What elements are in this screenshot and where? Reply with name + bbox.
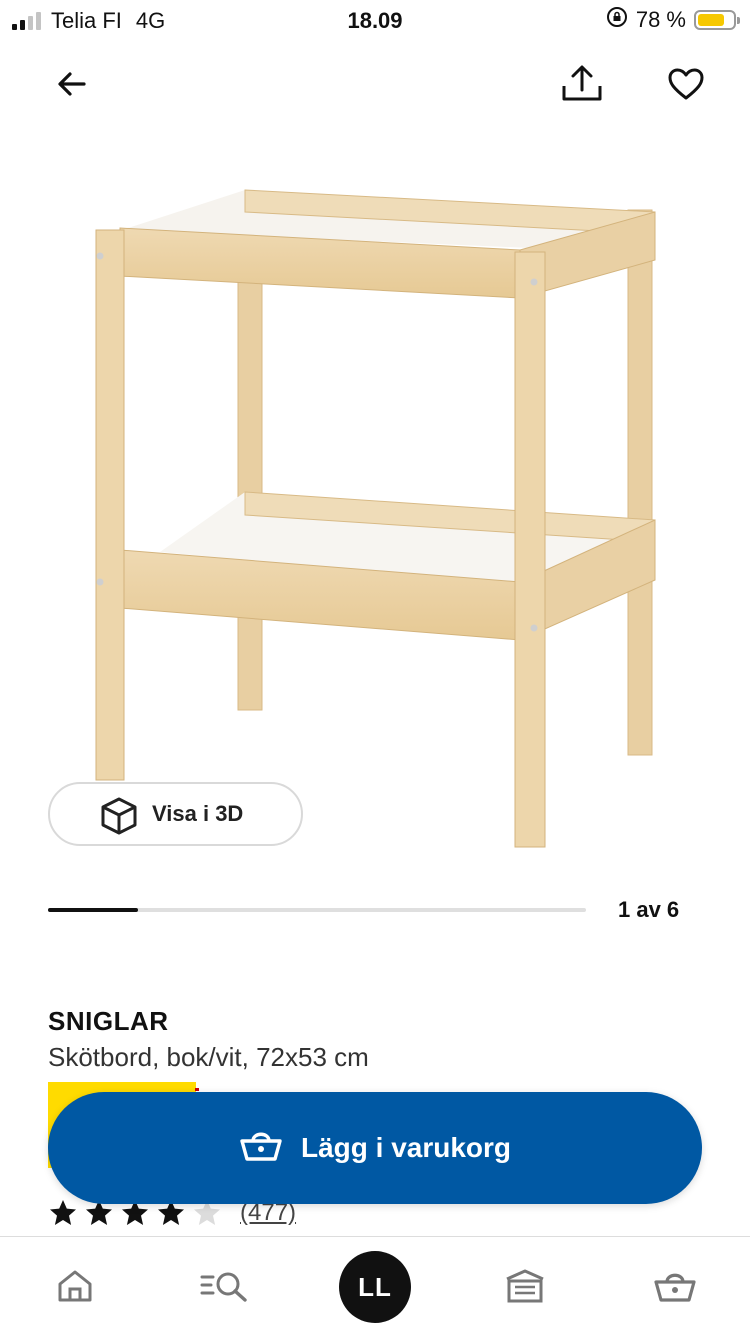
tab-profile-avatar[interactable]: LL bbox=[339, 1251, 411, 1323]
gallery-counter: 1 av 6 bbox=[618, 897, 680, 922]
share-button[interactable] bbox=[554, 56, 610, 112]
tab-search[interactable] bbox=[196, 1261, 252, 1311]
favorite-button[interactable] bbox=[658, 56, 714, 112]
share-icon bbox=[562, 65, 602, 101]
basket-icon bbox=[239, 1127, 283, 1170]
gallery-progress bbox=[48, 908, 586, 912]
tab-home[interactable] bbox=[47, 1261, 103, 1311]
rotation-lock-icon bbox=[606, 6, 628, 34]
battery-percentage: 78 % bbox=[635, 7, 686, 32]
store-icon bbox=[506, 1269, 544, 1303]
cube-3d-icon bbox=[100, 796, 138, 842]
basket-icon bbox=[654, 1273, 696, 1302]
view-3d-button[interactable]: Visa i 3D bbox=[48, 782, 303, 846]
gallery-progress-fill bbox=[48, 908, 138, 912]
star-filled-icon bbox=[50, 1200, 76, 1225]
bottom-tab-bar: LL bbox=[0, 1236, 750, 1334]
product-name: SNIGLAR bbox=[48, 1006, 169, 1036]
heart-icon bbox=[668, 68, 704, 100]
battery-icon bbox=[694, 10, 740, 30]
arrow-left-icon bbox=[58, 72, 86, 96]
product-description: Skötbord, bok/vit, 72x53 cm bbox=[48, 1042, 369, 1072]
status-bar: Telia FI 4G 18.09 78 % bbox=[0, 0, 750, 44]
top-navigation bbox=[0, 44, 750, 124]
product-image[interactable] bbox=[60, 170, 700, 860]
add-to-cart-button[interactable]: Lägg i varukorg bbox=[48, 1092, 702, 1204]
status-right: 78 % bbox=[606, 6, 740, 34]
view-3d-label: Visa i 3D bbox=[152, 801, 244, 826]
back-button[interactable] bbox=[44, 56, 100, 112]
home-icon bbox=[58, 1270, 92, 1302]
add-to-cart-label: Lägg i varukorg bbox=[300, 1132, 512, 1163]
tab-store[interactable] bbox=[497, 1261, 553, 1311]
tab-cart[interactable] bbox=[647, 1261, 703, 1311]
search-list-icon bbox=[200, 1272, 247, 1302]
